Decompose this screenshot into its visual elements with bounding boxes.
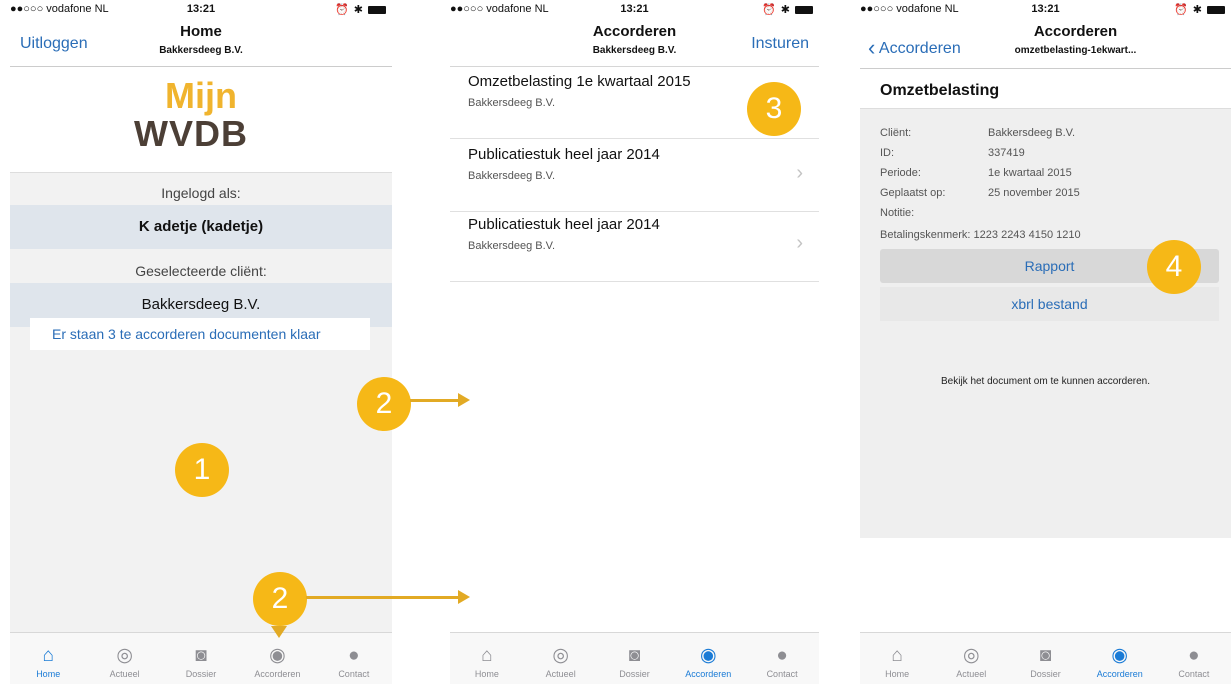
home-screen: ●●○○○ vodafone NL 13:21 ⏰ ✱ Uitloggen Ho…	[10, 0, 392, 684]
list-item[interactable]: Publicatiestuk heel jaar 2014 Bakkersdee…	[450, 140, 819, 212]
status-bar: ●●○○○ vodafone NL 13:21 ⏰ ✱	[860, 0, 1231, 18]
page-title: Home	[180, 23, 222, 40]
field-period: Periode: 1e kwartaal 2015	[880, 167, 1072, 179]
battery-icon	[368, 5, 386, 14]
page-subtitle: Bakkersdeeg B.V.	[159, 45, 243, 56]
pending-documents-link[interactable]: Er staan 3 te accorderen documenten klaa…	[30, 318, 370, 350]
tab-bar: ⌂ Home ◎ Actueel ◙ Dossier ◉ Accorderen ● Con…	[860, 632, 1231, 684]
status-icons: ⏰ ✱	[762, 3, 813, 16]
actueel-icon: ◎	[963, 645, 980, 666]
field-note: Notitie:	[880, 207, 915, 219]
logo-line2: WVDB	[134, 113, 248, 154]
home-icon: ⌂	[42, 645, 54, 666]
list-item[interactable]: Publicatiestuk heel jaar 2014 Bakkersdee…	[450, 210, 819, 282]
actueel-icon: ◎	[116, 645, 133, 666]
document-heading: Omzetbelasting	[860, 69, 1231, 109]
step-badge-4: 4	[1147, 240, 1201, 294]
item-title: Omzetbelasting 1e kwartaal 2015	[468, 73, 691, 90]
step-badge-1: 1	[175, 443, 229, 497]
tab-bar: ⌂ Home ◎ Actueel ◙ Dossier ◉ Accorderen ● Con…	[450, 632, 819, 684]
field-id: ID: 337419	[880, 147, 1025, 159]
actueel-icon: ◎	[552, 645, 569, 666]
item-subtitle: Bakkersdeeg B.V.	[468, 170, 556, 182]
nav-bar: ‹ Accorderen Accorderen omzetbelasting-1…	[860, 18, 1231, 66]
field-placed: Geplaatst op: 25 november 2015	[880, 187, 1080, 199]
status-bar: ●●○○○ vodafone NL 13:21 ⏰ ✱	[10, 0, 392, 18]
check-circle-icon: ◉	[1111, 645, 1128, 666]
submit-button[interactable]: Insturen	[751, 35, 809, 53]
document-detail-screen: ●●○○○ vodafone NL 13:21 ⏰ ✱ ‹ Accorderen…	[860, 0, 1231, 684]
tab-home[interactable]: ⌂ Home	[10, 633, 86, 684]
page-title: Accorderen	[1033, 23, 1118, 40]
payment-reference: Betalingskenmerk: 1223 2243 4150 1210	[880, 229, 1081, 241]
client-label: Geselecteerde cliënt:	[135, 263, 267, 279]
tab-actueel[interactable]: ◎ Actueel	[934, 633, 1008, 684]
tab-accorderen[interactable]: ◉ Accorderen	[671, 633, 745, 684]
info-icon: ●	[776, 645, 788, 666]
step-badge-2: 2	[357, 377, 411, 431]
tab-actueel[interactable]: ◎ Actueel	[524, 633, 598, 684]
user-name: K adetje (kadetje)	[10, 205, 392, 249]
step-badge-2: 2	[253, 572, 307, 626]
tab-home[interactable]: ⌂ Home	[450, 633, 524, 684]
status-icons: ⏰ ✱	[335, 3, 386, 16]
tab-home[interactable]: ⌂ Home	[860, 633, 934, 684]
check-circle-icon: ◉	[269, 645, 286, 666]
battery-icon	[795, 5, 813, 14]
home-icon: ⌂	[481, 645, 493, 666]
nav-bar: Accorderen Bakkersdeeg B.V. Insturen	[450, 18, 819, 66]
home-icon: ⌂	[891, 645, 903, 666]
status-icons: ⏰ ✱	[1174, 3, 1225, 16]
page-subtitle: omzetbelasting-1ekwart...	[1014, 45, 1137, 56]
item-title: Publicatiestuk heel jaar 2014	[468, 146, 660, 163]
field-client: Cliënt: Bakkersdeeg B.V.	[880, 127, 1076, 139]
arrow-to-list	[306, 590, 470, 604]
info-icon: ●	[1188, 645, 1200, 666]
logged-in-label: Ingelogd als:	[161, 185, 241, 201]
nav-bar: Uitloggen Home Bakkersdeeg B.V.	[10, 18, 392, 66]
tab-bar: ⌂ Home ◎ Actueel ◙ Dossier ◉ Accorderen ● Con…	[10, 632, 392, 684]
approval-hint: Bekijk het document om te kunnen accorde…	[940, 376, 1150, 387]
tab-accorderen[interactable]: ◉ Accorderen	[1083, 633, 1157, 684]
step-badge-3: 3	[747, 82, 801, 136]
dossier-icon: ◙	[195, 645, 207, 666]
tab-accorderen[interactable]: ◉ Accorderen	[239, 633, 315, 684]
logo-line1: Mijn	[165, 75, 237, 116]
item-title: Publicatiestuk heel jaar 2014	[468, 216, 660, 233]
info-icon: ●	[348, 645, 360, 666]
item-subtitle: Bakkersdeeg B.V.	[468, 97, 556, 109]
chevron-right-icon: ›	[796, 162, 803, 184]
tab-dossier[interactable]: ◙ Dossier	[1008, 633, 1082, 684]
item-subtitle: Bakkersdeeg B.V.	[468, 240, 556, 252]
tab-actueel[interactable]: ◎ Actueel	[86, 633, 162, 684]
status-bar: ●●○○○ vodafone NL 13:21 ⏰ ✱	[450, 0, 819, 18]
dossier-icon: ◙	[628, 645, 641, 666]
arrow-to-list	[410, 393, 470, 407]
tab-contact[interactable]: ● Contact	[316, 633, 392, 684]
arrow-to-tab	[271, 626, 287, 638]
battery-icon	[1207, 5, 1225, 14]
tab-dossier[interactable]: ◙ Dossier	[163, 633, 239, 684]
dossier-icon: ◙	[1039, 645, 1052, 666]
tab-contact[interactable]: ● Contact	[745, 633, 819, 684]
tab-contact[interactable]: ● Contact	[1157, 633, 1231, 684]
document-panel: Omzetbelasting Cliënt: Bakkersdeeg B.V. I…	[860, 68, 1231, 538]
logo: Mijn WVDB	[10, 67, 392, 173]
tab-dossier[interactable]: ◙ Dossier	[598, 633, 672, 684]
chevron-right-icon: ›	[796, 232, 803, 254]
check-circle-icon: ◉	[699, 645, 717, 666]
